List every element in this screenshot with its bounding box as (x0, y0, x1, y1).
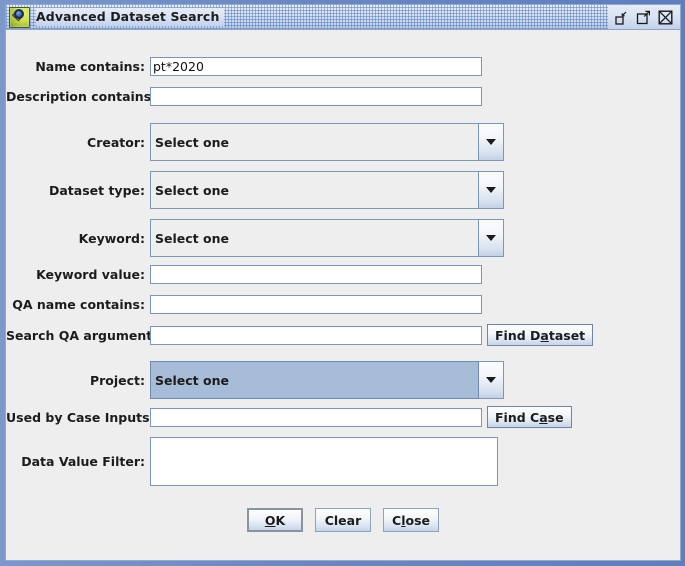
clear-label: Clear (324, 512, 362, 528)
dataset-type-label: Dataset type: (48, 182, 145, 198)
ok-label-after: K (275, 512, 286, 528)
clear-button[interactable]: Clear (315, 508, 371, 532)
row-description-contains: Description contains: (6, 86, 680, 106)
close-icon[interactable] (658, 10, 673, 25)
row-qa-name-contains: QA name contains: (6, 294, 680, 314)
name-contains-label: Name contains: (35, 58, 145, 74)
find-case-button[interactable]: Find Ca se (487, 406, 572, 428)
data-value-filter-label: Data Value Filter: (21, 454, 145, 469)
close-label-after: ose (405, 512, 430, 528)
row-search-qa-arguments: Search QA arguments: Find Da taset (6, 324, 680, 346)
window-controls (608, 5, 680, 29)
row-dataset-type: Dataset type: Select one (6, 171, 680, 209)
find-dataset-label-after: taset (548, 327, 586, 343)
used-by-case-inputs-label: Used by Case Inputs: (6, 409, 155, 425)
keyword-dropdown-value: Select one (150, 219, 479, 257)
chevron-down-icon[interactable] (479, 171, 504, 209)
ok-mnemonic: O (264, 512, 276, 528)
search-qa-arguments-label: Search QA arguments: (6, 327, 165, 343)
description-contains-label: Description contains: (6, 88, 157, 104)
title-bar[interactable]: Advanced Dataset Search (6, 5, 680, 30)
maximize-icon[interactable] (636, 10, 651, 25)
creator-dropdown[interactable]: Select one (150, 123, 504, 161)
data-value-filter-input[interactable] (150, 437, 498, 486)
keyword-dropdown[interactable]: Select one (150, 219, 504, 257)
keyword-value-input[interactable] (150, 264, 482, 284)
dataset-type-dropdown[interactable]: Select one (150, 171, 504, 209)
project-label: Project: (89, 372, 145, 388)
dataset-type-dropdown-value: Select one (150, 171, 479, 209)
ok-button[interactable]: OK (247, 508, 303, 532)
row-data-value-filter: Data Value Filter: (6, 436, 680, 487)
find-dataset-label-before: Find D (495, 327, 541, 343)
row-project: Project: Select one (6, 361, 680, 399)
keyword-label: Keyword: (78, 230, 145, 246)
row-keyword-value: Keyword value: (6, 264, 680, 284)
window-title: Advanced Dataset Search (36, 8, 225, 26)
qa-name-contains-label: QA name contains: (12, 296, 145, 312)
close-button[interactable]: Cl ose (383, 508, 439, 532)
used-by-case-inputs-input[interactable] (150, 407, 482, 427)
row-creator: Creator: Select one (6, 123, 680, 161)
row-keyword: Keyword: Select one (6, 219, 680, 257)
find-case-label-before: Find C (495, 409, 540, 425)
minimize-icon[interactable] (614, 10, 629, 25)
keyword-value-label: Keyword value: (36, 266, 145, 282)
name-contains-input[interactable] (150, 56, 482, 76)
dialog-window: Advanced Dataset Search Name contains: p… (0, 0, 685, 566)
project-dropdown[interactable]: Select one (150, 361, 504, 399)
find-dataset-button[interactable]: Find Da taset (487, 324, 594, 346)
chevron-down-icon[interactable] (479, 123, 504, 161)
row-name-contains: Name contains: (6, 56, 680, 76)
chevron-down-icon[interactable] (479, 361, 504, 399)
close-label-before: C (392, 512, 402, 528)
search-form: Name contains: Description contains: Cre… (6, 30, 680, 560)
find-dataset-mnemonic: a (540, 327, 549, 343)
creator-dropdown-value: Select one (150, 123, 479, 161)
qa-name-contains-input[interactable] (150, 294, 482, 314)
dialog-inner: Advanced Dataset Search Name contains: p… (5, 4, 681, 561)
project-dropdown-value: Select one (150, 361, 479, 399)
search-qa-arguments-input[interactable] (150, 325, 482, 345)
find-case-mnemonic: a (539, 409, 548, 425)
row-used-by-case-inputs: Used by Case Inputs: Find Ca se (6, 406, 680, 428)
chevron-down-icon[interactable] (479, 219, 504, 257)
dialog-button-row: OK Clear Cl ose (6, 508, 680, 532)
description-contains-input[interactable] (150, 86, 482, 106)
find-case-label-after: se (547, 409, 564, 425)
magnifier-dataset-icon (9, 6, 30, 28)
creator-label: Creator: (87, 134, 145, 150)
